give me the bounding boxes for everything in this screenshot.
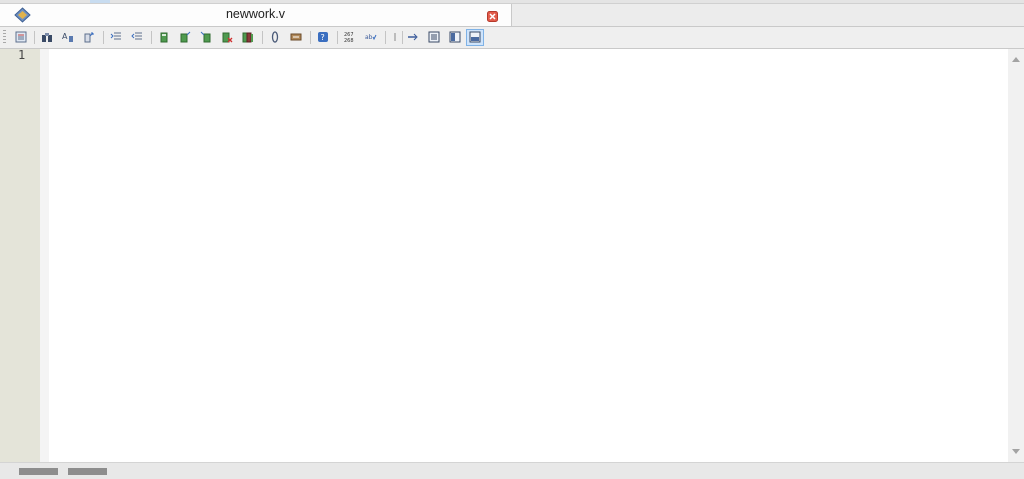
toolbar-separator	[337, 31, 338, 44]
split-icon[interactable]	[425, 29, 443, 46]
line-number: 1	[18, 48, 26, 62]
window-top-marker	[90, 0, 110, 3]
split-vertical-icon[interactable]	[446, 29, 464, 46]
fold-margin	[40, 49, 49, 462]
help-icon[interactable]: ?	[314, 29, 332, 46]
toolbar-separator	[103, 31, 104, 44]
align-left-icon[interactable]	[404, 29, 422, 46]
bookmark-next-icon[interactable]	[176, 29, 194, 46]
scroll-down-arrow-icon[interactable]	[1012, 449, 1020, 454]
layout-icon[interactable]	[466, 29, 484, 46]
svg-text:A: A	[62, 32, 68, 41]
editor-toolbar: A ? 267 268 ab	[0, 27, 1024, 49]
line-numbers-icon[interactable]: 267 268	[341, 29, 359, 46]
goto-icon[interactable]	[80, 29, 98, 46]
attach-icon[interactable]	[266, 29, 284, 46]
code-editor-area[interactable]	[49, 49, 1008, 462]
svg-text:ab: ab	[365, 34, 373, 41]
svg-text:268: 268	[344, 38, 354, 43]
toolbar-separator	[151, 31, 152, 44]
script-icon[interactable]	[287, 29, 305, 46]
bookmark-prev-icon[interactable]	[197, 29, 215, 46]
vertical-scrollbar[interactable]	[1008, 49, 1024, 462]
horizontal-scrollbar-thumb[interactable]	[19, 468, 58, 475]
indent-icon[interactable]	[107, 29, 125, 46]
horizontal-scroll-area	[0, 462, 1024, 479]
toolbar-separator	[262, 31, 263, 44]
show-symbols-icon[interactable]	[12, 29, 30, 46]
bookmark-toggle-icon[interactable]	[155, 29, 173, 46]
tab-title: newwork.v	[225, 7, 286, 21]
toolbar-separator	[34, 31, 35, 44]
bookmark-list-icon[interactable]	[239, 29, 257, 46]
outdent-icon[interactable]	[128, 29, 146, 46]
line-number-gutter	[0, 49, 40, 462]
svg-text:?: ?	[321, 33, 325, 42]
toolbar-grip[interactable]	[3, 30, 6, 45]
bookmark-clear-icon[interactable]	[218, 29, 236, 46]
toolbar-separator	[402, 31, 403, 44]
replace-icon[interactable]: A	[59, 29, 77, 46]
close-tab-icon[interactable]	[487, 9, 498, 22]
toolbar-separator	[310, 31, 311, 44]
file-tab[interactable]: newwork.v	[0, 4, 512, 26]
tab-bar: newwork.v	[0, 4, 1024, 27]
horizontal-scrollbar-thumb[interactable]	[68, 468, 107, 475]
find-icon[interactable]	[38, 29, 56, 46]
scroll-up-arrow-icon[interactable]	[1012, 57, 1020, 62]
spell-check-icon[interactable]: ab	[362, 29, 380, 46]
